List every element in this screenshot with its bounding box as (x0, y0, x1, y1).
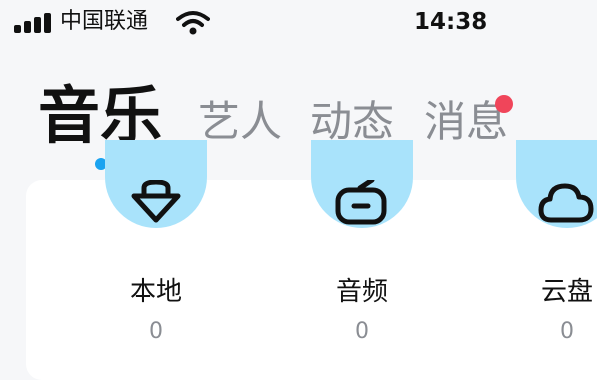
carrier-name: 中国联通 (60, 9, 149, 34)
shortcut-label: 本地 (129, 277, 182, 307)
shortcut-count: 0 (560, 319, 574, 344)
shortcut-count: 0 (149, 319, 163, 344)
shortcut-count: 0 (355, 319, 369, 344)
tab-artists[interactable]: 艺人 (198, 94, 282, 150)
status-bar: 中国联通 14:38 (0, 0, 597, 46)
local-music-icon (105, 140, 207, 228)
radio-icon (311, 140, 413, 228)
shortcut-cloud[interactable]: 云盘 0 (516, 140, 597, 360)
shortcut-local[interactable]: 本地 0 (105, 140, 226, 360)
status-time: 14:38 (414, 9, 488, 35)
wifi-icon (176, 11, 210, 35)
messages-badge-dot (495, 95, 513, 113)
cloud-icon (516, 140, 597, 228)
library-shortcuts-card: 本地 0 音频 0 云盘 0 (26, 140, 597, 380)
top-tab-bar: 音乐 艺人 动态 消息 (0, 60, 597, 180)
shortcut-label: 音频 (335, 277, 388, 307)
signal-strength-icon (14, 11, 56, 33)
shortcut-audio[interactable]: 音频 0 (311, 140, 432, 360)
shortcut-label: 云盘 (540, 277, 593, 307)
